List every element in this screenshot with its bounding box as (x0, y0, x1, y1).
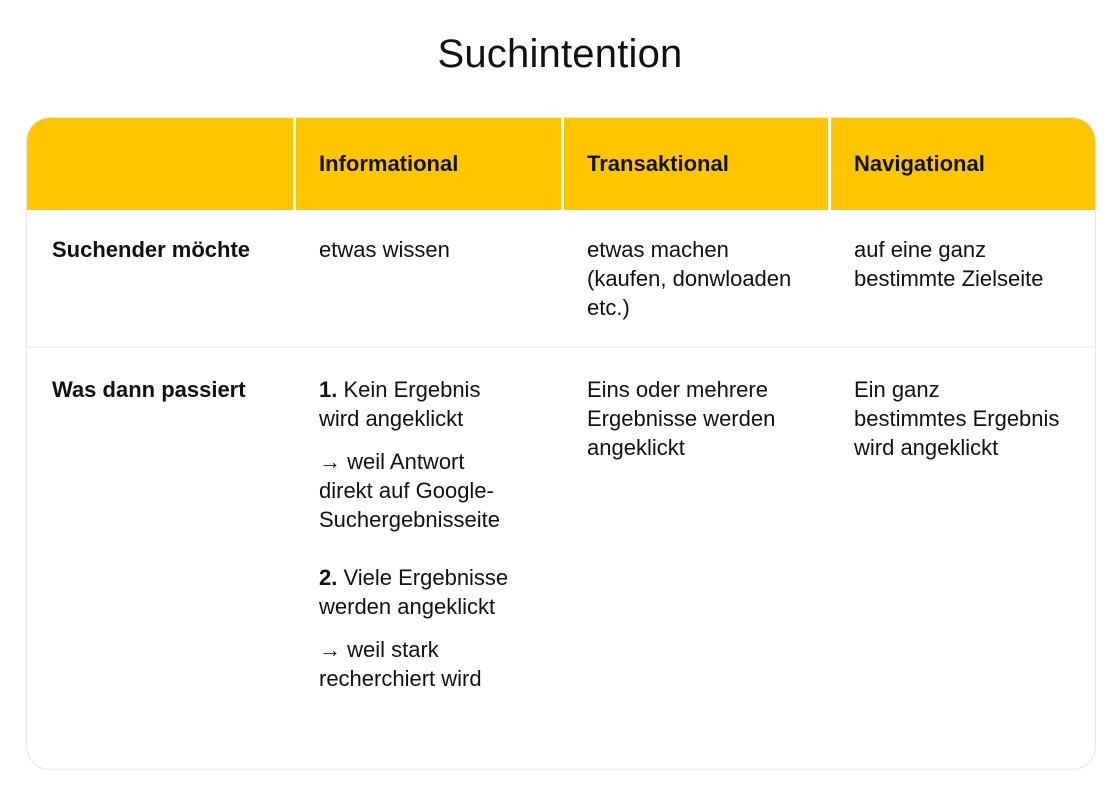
cell-line: Viele Ergebnisse (337, 565, 509, 590)
row-label-was-dann: Was dann passiert (52, 377, 246, 402)
cell-line: (kaufen, donwloaden (587, 266, 792, 291)
cell-line: etwas wissen (319, 237, 450, 262)
cell-line: bestimmte Zielseite (854, 266, 1044, 291)
row-divider (27, 346, 1095, 348)
cell-line: werden angeklickt (319, 594, 496, 619)
cell-line: recherchiert wird (319, 666, 482, 691)
header-divider (561, 118, 564, 210)
cell-line: etwas machen (587, 237, 729, 262)
row-label-suchender: Suchender möchte (52, 237, 251, 262)
item-number: 1. (319, 377, 338, 402)
header-navigational: Navigational (854, 151, 985, 176)
header-informational: Informational (319, 151, 459, 176)
cell-line: direkt auf Google- (319, 478, 494, 503)
intent-table: Informational Transaktional Navigational… (26, 117, 1096, 770)
page-title: Suchintention (437, 32, 683, 76)
cell-line: wird angeklickt (319, 406, 464, 431)
cell-transaktional-row2: Eins oder mehrere Ergebnisse werden ange… (587, 375, 827, 462)
cell-line: etc.) (587, 295, 630, 320)
cell-line: Kein Ergebnis (337, 377, 481, 402)
header-divider (828, 118, 831, 210)
cell-navigational-row1: auf eine ganz bestimmte Zielseite (854, 235, 1094, 293)
item-number: 2. (319, 565, 338, 590)
cell-line: Ergebnisse werden (587, 406, 776, 431)
cell-line: Ein ganz (854, 377, 940, 402)
cell-transaktional-row1: etwas machen (kaufen, donwloaden etc.) (587, 235, 827, 322)
cell-navigational-row2: Ein ganz bestimmtes Ergebnis wird angekl… (854, 375, 1094, 462)
cell-line: auf eine ganz (854, 237, 987, 262)
cell-line: angeklickt (587, 435, 685, 460)
list-item-1: 1. Kein Ergebnis (319, 375, 559, 404)
cell-line: bestimmtes Ergebnis (854, 406, 1060, 431)
header-divider (293, 118, 296, 210)
cell-line: Suchergebnisseite (319, 507, 501, 532)
header-transaktional: Transaktional (587, 151, 729, 176)
table-header: Informational Transaktional Navigational (27, 118, 1095, 210)
cell-line: Eins oder mehrere (587, 377, 768, 402)
cell-line: → weil stark (319, 637, 439, 662)
cell-informational-row1: etwas wissen (319, 235, 559, 264)
header-cell-empty (27, 118, 293, 210)
cell-line: wird angeklickt (854, 435, 999, 460)
list-item-2: 2. Viele Ergebnisse (319, 563, 559, 592)
cell-line: → weil Antwort (319, 449, 465, 474)
cell-informational-row2: 1. Kein Ergebnis wird angeklickt → weil … (319, 375, 559, 693)
